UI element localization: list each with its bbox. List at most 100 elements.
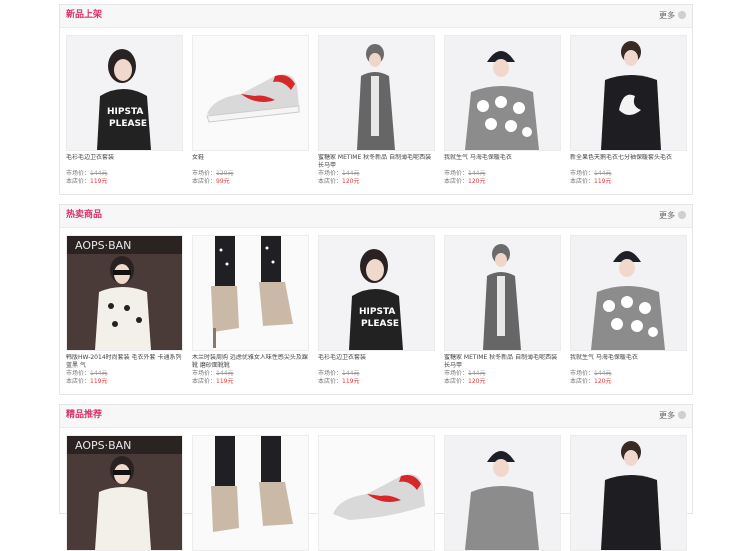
market-price-label: 市场价： — [570, 370, 595, 377]
svg-text:HIPSTA: HIPSTA — [107, 107, 143, 117]
product-name[interactable]: 韩版HW-2014时尚套装 毛衣外套 卡通系列 蓝黑 气 — [66, 354, 183, 370]
market-price-label: 市场价： — [318, 170, 343, 177]
store-price-line: 本店价：119元 — [318, 378, 435, 386]
product-name[interactable]: 我就生气 马海毛保暖毛衣 — [444, 154, 561, 170]
product-image[interactable]: HIPSTA PLEASE — [66, 35, 183, 151]
market-price-line: 市场价：144元 — [66, 370, 183, 378]
store-price: 120元 — [468, 378, 486, 385]
market-price-label: 市场价： — [570, 170, 595, 177]
market-price-line: 市场价：144元 — [570, 170, 687, 178]
market-price: 144元 — [468, 170, 486, 177]
market-price: 144元 — [342, 370, 360, 377]
product-image[interactable] — [570, 435, 687, 551]
market-price: 144元 — [594, 370, 612, 377]
more-link[interactable]: 更多 — [659, 410, 686, 421]
store-price-line: 本店价：120元 — [570, 378, 687, 386]
store-price: 119元 — [90, 378, 108, 385]
product-card[interactable]: AOPS·BAN 韩版HW-2014时尚套装 毛衣外套 卡通系列 蓝黑 气 市场… — [66, 235, 183, 386]
store-price-label: 本店价： — [570, 378, 595, 385]
store-price-line: 本店价：119元 — [66, 178, 183, 186]
market-price-line: 市场价：144元 — [444, 170, 561, 178]
product-image[interactable] — [444, 235, 561, 351]
product-card[interactable]: AOPS·BAN — [66, 435, 183, 551]
svg-text:HIPSTA: HIPSTA — [359, 307, 395, 317]
market-price-line: 市场价：144元 — [318, 370, 435, 378]
product-card[interactable]: 蜜糖家 METIME 秋冬新品 自制薄毛呢西装长马甲 市场价：144元 本店价：… — [444, 235, 561, 386]
store-price-line: 本店价：120元 — [444, 378, 561, 386]
store-price: 119元 — [90, 178, 108, 185]
product-name[interactable]: 蜜糖家 METIME 秋冬新品 自制薄毛呢西装长马甲 — [318, 154, 435, 170]
product-image[interactable] — [318, 35, 435, 151]
product-image[interactable] — [570, 235, 687, 351]
section-header: 热卖商品 更多 — [60, 205, 692, 228]
market-price-label: 市场价： — [192, 370, 217, 377]
product-name[interactable]: 毛衫毛边卫衣套装 — [318, 354, 435, 370]
product-image[interactable] — [192, 235, 309, 351]
product-card[interactable]: 女鞋 市场价：120元 本店价：99元 — [192, 35, 309, 186]
store-price-label: 本店价： — [318, 178, 343, 185]
product-name[interactable]: 蜜糖家 METIME 秋冬新品 自制薄毛呢西装长马甲 — [444, 354, 561, 370]
market-price-line: 市场价：144元 — [318, 170, 435, 178]
store-price: 120元 — [342, 178, 360, 185]
store-price: 120元 — [468, 178, 486, 185]
store-price-line: 本店价：99元 — [192, 178, 309, 186]
product-name[interactable]: 毛衫毛边卫衣套装 — [66, 154, 183, 170]
product-listing-page: 新品上架 更多 HIPSTA PLEASE 毛衫毛边卫衣套装 市场价：144元 — [0, 0, 750, 551]
product-image[interactable] — [444, 35, 561, 151]
product-image[interactable]: AOPS·BAN — [66, 235, 183, 351]
section-header: 精品推荐 更多 — [60, 405, 692, 428]
store-price-line: 本店价：120元 — [318, 178, 435, 186]
more-arrow-icon[interactable] — [678, 411, 686, 419]
store-price-label: 本店价： — [318, 378, 343, 385]
market-price-label: 市场价： — [444, 370, 469, 377]
product-name[interactable]: 新全果色天鹅毛衣七分袖保暖套头毛衣 — [570, 154, 687, 170]
market-price-line: 市场价：120元 — [192, 170, 309, 178]
product-image[interactable] — [192, 435, 309, 551]
market-price: 120元 — [216, 170, 234, 177]
market-price: 144元 — [594, 170, 612, 177]
section-title: 新品上架 — [66, 10, 103, 20]
hot-sale-section: 热卖商品 更多 AOPS·BAN 韩版HW-2014时尚套装 毛衣外套 卡通系列… — [59, 204, 693, 395]
store-price-label: 本店价： — [444, 378, 469, 385]
product-card[interactable]: HIPSTA PLEASE 毛衫毛边卫衣套装 市场价：144元 本店价：119元 — [318, 235, 435, 386]
section-header: 新品上架 更多 — [60, 5, 692, 28]
market-price: 144元 — [342, 170, 360, 177]
section-title: 热卖商品 — [66, 210, 103, 220]
store-price-line: 本店价：119元 — [570, 178, 687, 186]
store-price-label: 本店价： — [192, 378, 217, 385]
product-image[interactable] — [192, 35, 309, 151]
product-card[interactable]: 我就生气 马海毛保暖毛衣 市场价：144元 本店价：120元 — [444, 35, 561, 186]
market-price: 144元 — [468, 370, 486, 377]
product-image[interactable] — [444, 435, 561, 551]
store-price: 119元 — [342, 378, 360, 385]
product-card[interactable]: 蜜糖家 METIME 秋冬新品 自制薄毛呢西装长马甲 市场价：144元 本店价：… — [318, 35, 435, 186]
product-card[interactable] — [570, 435, 687, 551]
store-price-label: 本店价： — [192, 178, 217, 185]
more-label: 更多 — [659, 411, 675, 420]
product-image[interactable]: HIPSTA PLEASE — [318, 235, 435, 351]
product-name[interactable]: 木兰时装周购 远虑优雅女人味性感尖头及踝靴 磨砂面靴靴 — [192, 354, 309, 370]
svg-text:AOPS·BAN: AOPS·BAN — [75, 439, 131, 452]
product-name[interactable]: 女鞋 — [192, 154, 309, 170]
product-card[interactable] — [444, 435, 561, 551]
more-arrow-icon[interactable] — [678, 211, 686, 219]
product-image[interactable]: AOPS·BAN — [66, 435, 183, 551]
product-card[interactable]: 我就生气 马海毛保暖毛衣 市场价：144元 本店价：120元 — [570, 235, 687, 386]
product-card[interactable] — [192, 435, 309, 551]
product-card[interactable]: 木兰时装周购 远虑优雅女人味性感尖头及踝靴 磨砂面靴靴 市场价：144元 本店价… — [192, 235, 309, 386]
market-price-line: 市场价：144元 — [66, 170, 183, 178]
product-card[interactable] — [318, 435, 435, 551]
market-price: 144元 — [216, 370, 234, 377]
product-name[interactable]: 我就生气 马海毛保暖毛衣 — [570, 354, 687, 370]
product-card[interactable]: HIPSTA PLEASE 毛衫毛边卫衣套装 市场价：144元 本店价：119元 — [66, 35, 183, 186]
more-link[interactable]: 更多 — [659, 210, 686, 221]
svg-text:PLEASE: PLEASE — [109, 119, 147, 129]
store-price: 119元 — [216, 378, 234, 385]
more-link[interactable]: 更多 — [659, 10, 686, 21]
product-image[interactable] — [570, 35, 687, 151]
store-price-label: 本店价： — [570, 178, 595, 185]
product-image[interactable] — [318, 435, 435, 551]
more-arrow-icon[interactable] — [678, 11, 686, 19]
market-price: 144元 — [90, 370, 108, 377]
product-card[interactable]: 新全果色天鹅毛衣七分袖保暖套头毛衣 市场价：144元 本店价：119元 — [570, 35, 687, 186]
